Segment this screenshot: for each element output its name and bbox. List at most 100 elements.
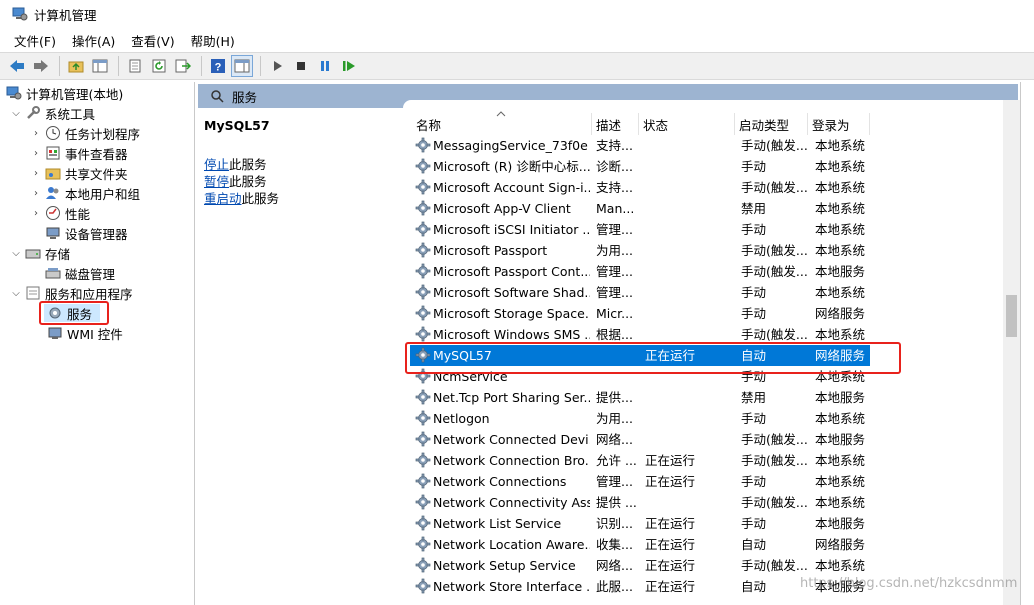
service-logon: 本地服务 xyxy=(815,264,866,279)
column-header-status[interactable]: 状态 xyxy=(639,113,735,135)
tree-item-device-manager[interactable]: 设备管理器 xyxy=(42,223,128,243)
service-logon: 本地系统 xyxy=(815,138,866,153)
table-row[interactable]: Network Connections 管理... 正在运行 手动 本地系统 xyxy=(410,471,870,492)
table-row[interactable]: Network List Service 识别... 正在运行 手动 本地服务 xyxy=(410,513,870,534)
service-info-pane: MySQL57 停止此服务 暂停此服务 重启动此服务 xyxy=(198,108,403,605)
menu-file[interactable]: 文件(F) xyxy=(6,31,64,50)
service-name: Microsoft Passport xyxy=(433,243,548,258)
tree-item-task-scheduler[interactable]: › 任务计划程序 xyxy=(30,123,140,143)
content-header-title: 服务 xyxy=(232,89,258,105)
tree-item-system-tools[interactable]: ⌵ 系统工具 xyxy=(10,103,95,123)
tree-item-disk-management[interactable]: 磁盘管理 xyxy=(42,263,115,283)
service-logon: 本地系统 xyxy=(815,411,866,426)
column-header-name[interactable]: 名称 xyxy=(412,111,592,135)
service-desc: 管理... xyxy=(596,264,633,279)
tree-item-services-apps[interactable]: ⌵ 服务和应用程序 xyxy=(10,283,133,303)
table-row[interactable]: Microsoft (R) 诊断中心标... 诊断... 手动 本地系统 xyxy=(410,156,870,177)
table-row[interactable]: MessagingService_73f0e 支持... 手动(触发... 本地系统 xyxy=(410,135,870,156)
service-logon: 本地系统 xyxy=(815,453,866,468)
tree-label: 本地用户和组 xyxy=(65,186,141,202)
svg-text:?: ? xyxy=(215,62,222,74)
column-header-logon[interactable]: 登录为 xyxy=(808,113,870,135)
chevron-down-icon[interactable]: ⌵ xyxy=(10,288,22,299)
chevron-down-icon[interactable]: ⌵ xyxy=(10,248,22,259)
column-header-desc[interactable]: 描述 xyxy=(592,113,639,135)
tree-label: 性能 xyxy=(65,206,91,222)
service-desc: 支持... xyxy=(596,180,633,195)
toolbar-separator xyxy=(118,56,119,76)
tree-item-wmi[interactable]: WMI 控件 xyxy=(44,323,123,343)
service-desc: 网络... xyxy=(596,432,633,447)
table-row[interactable]: Network Connected Devi... 网络... 手动(触发... 本地… xyxy=(410,429,870,450)
table-row[interactable]: Microsoft Passport 为用... 手动(触发... 本地系统 xyxy=(410,240,870,261)
table-row[interactable]: Microsoft Storage Space... Micr... 手动 网络服务 xyxy=(410,303,870,324)
console-icon[interactable] xyxy=(231,55,253,77)
service-desc: 为用... xyxy=(596,243,633,258)
chevron-right-icon[interactable]: › xyxy=(30,128,42,139)
gear-icon xyxy=(415,137,431,153)
table-row[interactable]: Microsoft App-V Client Man... 禁用 本地系统 xyxy=(410,198,870,219)
export-icon[interactable] xyxy=(172,55,194,77)
table-row[interactable]: Microsoft Account Sign-i... 支持... 手动(触发...… xyxy=(410,177,870,198)
column-header-logon-label: 登录为 xyxy=(812,117,850,133)
table-row[interactable]: Network Connectivity Ass... 提供 ... 手动(触发..… xyxy=(410,492,870,513)
stop-icon[interactable] xyxy=(290,55,312,77)
toolbar-separator xyxy=(260,56,261,76)
menu-view[interactable]: 查看(V) xyxy=(123,31,182,50)
up-folder-icon[interactable] xyxy=(65,55,87,77)
table-row[interactable]: Network Location Aware... 收集... 正在运行 自动 网络服务 xyxy=(410,534,870,555)
sort-ascending-icon xyxy=(496,111,506,117)
service-logon: 本地系统 xyxy=(815,243,866,258)
table-row[interactable]: Microsoft Passport Cont... 管理... 手动(触发... 本… xyxy=(410,261,870,282)
service-desc: 允许 ... xyxy=(596,453,637,468)
chevron-right-icon[interactable]: › xyxy=(30,188,42,199)
table-row[interactable]: Network Setup Service 网络... 正在运行 手动(触发... 本地… xyxy=(410,555,870,576)
tree-item-local-users[interactable]: › 本地用户和组 xyxy=(30,183,140,203)
show-tree-icon[interactable] xyxy=(89,55,111,77)
chevron-right-icon[interactable]: › xyxy=(30,208,42,219)
table-row[interactable]: Netlogon 为用... 手动 本地系统 xyxy=(410,408,870,429)
help-icon[interactable]: ? xyxy=(207,55,229,77)
users-icon xyxy=(46,187,59,199)
table-row[interactable]: Net.Tcp Port Sharing Ser... 提供... 禁用 本地服务 xyxy=(410,387,870,408)
pause-icon[interactable] xyxy=(314,55,336,77)
service-name: Net.Tcp Port Sharing Ser... xyxy=(433,390,590,405)
restart-service-link[interactable]: 重启动 xyxy=(204,191,242,206)
chevron-right-icon[interactable]: › xyxy=(30,168,42,179)
tree-item-storage[interactable]: ⌵ 存储 xyxy=(10,243,70,263)
column-header-startup[interactable]: 启动类型 xyxy=(735,113,808,135)
service-name: MessagingService_73f0e xyxy=(433,138,588,153)
stop-service-link[interactable]: 停止 xyxy=(204,157,229,172)
scrollbar-thumb[interactable] xyxy=(1006,295,1017,337)
menu-action[interactable]: 操作(A) xyxy=(64,31,123,50)
service-desc: 此服... xyxy=(596,579,633,594)
refresh-icon[interactable] xyxy=(148,55,170,77)
table-row[interactable]: Microsoft iSCSI Initiator ... 管理... 手动 本地系统 xyxy=(410,219,870,240)
play-icon[interactable] xyxy=(266,55,288,77)
actions-pane-edge xyxy=(1020,82,1034,605)
forward-arrow-icon[interactable] xyxy=(30,55,52,77)
tree-item-performance[interactable]: › 性能 xyxy=(30,203,90,223)
restart-icon[interactable] xyxy=(338,55,360,77)
properties-icon[interactable] xyxy=(124,55,146,77)
service-startup-type: 自动 xyxy=(741,537,767,552)
service-startup-type: 手动(触发... xyxy=(741,495,808,510)
table-row[interactable]: Network Connection Bro... 允许 ... 正在运行 手动(触发… xyxy=(410,450,870,471)
chevron-right-icon[interactable]: › xyxy=(30,148,42,159)
chevron-down-icon[interactable]: ⌵ xyxy=(10,108,22,119)
storage-icon xyxy=(25,249,41,259)
service-startup-type: 手动(触发... xyxy=(741,558,808,573)
vertical-scrollbar[interactable] xyxy=(1003,100,1020,605)
menu-help[interactable]: 帮助(H) xyxy=(183,31,243,50)
service-desc: 管理... xyxy=(596,474,633,489)
tree-item-shared-folders[interactable]: › 共享文件夹 xyxy=(30,163,128,183)
tree-item-event-viewer[interactable]: › 事件查看器 xyxy=(30,143,128,163)
tree-item-root[interactable]: 计算机管理(本地) xyxy=(6,83,123,103)
tree-label: 共享文件夹 xyxy=(65,166,128,182)
gear-icon xyxy=(415,515,431,531)
pause-service-link[interactable]: 暂停 xyxy=(204,174,229,189)
service-status xyxy=(645,135,735,156)
table-row[interactable]: Microsoft Software Shad... 管理... 手动 本地系统 xyxy=(410,282,870,303)
service-name: Microsoft Account Sign-i... xyxy=(433,180,590,195)
back-arrow-icon[interactable] xyxy=(6,55,28,77)
